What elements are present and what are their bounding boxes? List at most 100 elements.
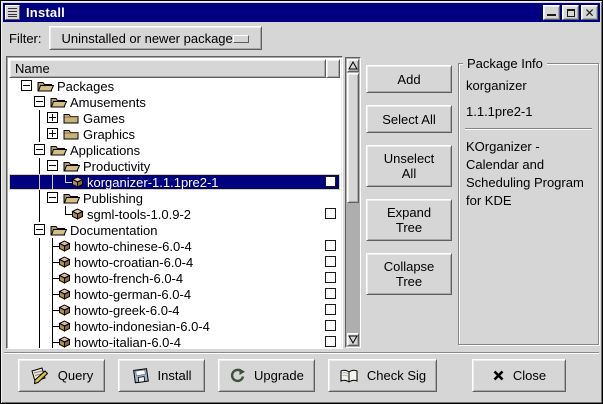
tree-action-buttons: Add Select All Unselect All Expand Tree Coll… (366, 65, 452, 295)
package-info-separator (465, 128, 592, 130)
package-icon (58, 336, 71, 348)
tree-row-label: Amusements (70, 95, 146, 110)
package-checkbox[interactable] (325, 256, 336, 267)
maximize-button[interactable] (562, 5, 579, 20)
tree-header-checkbox-column[interactable] (326, 59, 340, 78)
add-button[interactable]: Add (366, 65, 452, 93)
tree-row[interactable]: howto-greek-6.0-4 (9, 302, 340, 318)
tree-row[interactable]: korganizer-1.1.1pre2-1 (9, 174, 340, 190)
tree-row-label: Packages (57, 79, 114, 94)
upgrade-button[interactable]: Upgrade (218, 359, 315, 392)
tree-row-label: howto-croatian-6.0-4 (74, 255, 193, 270)
tree-guide-line (39, 238, 40, 254)
package-checkbox[interactable] (325, 240, 336, 251)
package-icon (71, 208, 84, 220)
collapse-toggle-icon[interactable] (47, 160, 58, 171)
collapse-toggle-icon[interactable] (21, 80, 32, 91)
tree-row[interactable]: howto-croatian-6.0-4 (9, 254, 340, 270)
package-checkbox[interactable] (325, 208, 336, 219)
package-tree: Name PackagesAmusementsGamesGraphicsAppl… (6, 56, 343, 349)
folder-open-icon (63, 192, 80, 204)
window-title: Install (26, 5, 65, 20)
scrollbar-up-button[interactable] (347, 59, 359, 72)
package-icon (58, 320, 71, 332)
tree-guide-line (39, 286, 40, 302)
tree-row-label: sgml-tools-1.0.9-2 (87, 207, 191, 222)
tree-row[interactable]: Amusements (9, 94, 340, 110)
tree-row[interactable]: sgml-tools-1.0.9-2 (9, 206, 340, 222)
expand-tree-button[interactable]: Expand Tree (366, 199, 452, 241)
folder-open-icon (50, 96, 67, 108)
folder-open-icon (50, 224, 67, 236)
tree-row[interactable]: howto-indonesian-6.0-4 (9, 318, 340, 334)
expand-toggle-icon[interactable] (47, 128, 58, 139)
package-checkbox[interactable] (325, 288, 336, 299)
expand-toggle-icon[interactable] (47, 112, 58, 123)
collapse-tree-button[interactable]: Collapse Tree (366, 253, 452, 295)
footer-toolbar: Query Install Upgrade Check Sig Close (18, 359, 566, 392)
triangle-down-icon (348, 335, 358, 344)
tree-row-label: howto-chinese-6.0-4 (74, 239, 192, 254)
titlebar[interactable]: Install ✕ (3, 3, 600, 22)
collapse-toggle-icon[interactable] (47, 192, 58, 203)
close-button[interactable]: Close (472, 359, 566, 392)
close-icon: ✕ (582, 6, 597, 19)
scrollbar-thumb[interactable] (347, 73, 359, 203)
filter-dropdown[interactable]: Uninstalled or newer packages (49, 26, 262, 50)
tree-row[interactable]: howto-italian-6.0-4 (9, 334, 340, 348)
window-menu-icon[interactable] (5, 5, 20, 20)
minimize-button[interactable] (543, 5, 560, 20)
tree-scrollbar[interactable] (345, 57, 361, 348)
unselect-all-button[interactable]: Unselect All (366, 145, 452, 187)
tree-guide-line (39, 254, 40, 270)
tree-row[interactable]: Publishing (9, 190, 340, 206)
button-label: Add (378, 72, 440, 87)
package-icon (58, 288, 71, 300)
filter-dropdown-value: Uninstalled or newer packages (62, 31, 240, 46)
tree-row[interactable]: howto-chinese-6.0-4 (9, 238, 340, 254)
button-label: Check Sig (367, 368, 426, 383)
tree-row-label: howto-italian-6.0-4 (74, 335, 181, 348)
tree-row-label: Documentation (70, 223, 157, 238)
tree-row-label: Games (83, 111, 125, 126)
tree-row[interactable]: Games (9, 110, 340, 126)
tree-row-label: howto-indonesian-6.0-4 (74, 319, 210, 334)
option-menu-indicator-icon (233, 35, 249, 43)
tree-guide-line (39, 190, 40, 206)
tree-row[interactable]: Documentation (9, 222, 340, 238)
tree-row-label: korganizer-1.1.1pre2-1 (87, 175, 219, 190)
tree-guide-line (39, 334, 40, 348)
select-all-button[interactable]: Select All (366, 105, 452, 133)
package-icon (58, 256, 71, 268)
tree-row[interactable]: Packages (9, 78, 340, 94)
scrollbar-down-button[interactable] (347, 333, 359, 346)
tree-row[interactable]: howto-german-6.0-4 (9, 286, 340, 302)
folder-open-icon (63, 160, 80, 172)
package-checkbox[interactable] (325, 320, 336, 331)
collapse-toggle-icon[interactable] (34, 144, 45, 155)
tree-row[interactable]: Applications (9, 142, 340, 158)
tree-guide-line (39, 126, 40, 142)
package-checkbox[interactable] (325, 336, 336, 347)
package-checkbox[interactable] (325, 272, 336, 283)
collapse-toggle-icon[interactable] (34, 224, 45, 235)
close-window-button[interactable]: ✕ (581, 5, 598, 20)
tree-row[interactable]: Productivity (9, 158, 340, 174)
collapse-toggle-icon[interactable] (34, 96, 45, 107)
tree-row[interactable]: howto-french-6.0-4 (9, 270, 340, 286)
package-icon (71, 176, 84, 188)
query-button[interactable]: Query (18, 359, 105, 392)
install-button[interactable]: Install (118, 359, 205, 392)
tree-header-label: Name (15, 61, 50, 76)
check-sig-button[interactable]: Check Sig (328, 359, 437, 392)
tree-row[interactable]: Graphics (9, 126, 340, 142)
package-icon (58, 304, 71, 316)
package-version: 1.1.1pre2-1 (466, 104, 591, 119)
tree-row-label: Publishing (83, 191, 143, 206)
tree-header-name[interactable]: Name (9, 59, 326, 78)
package-checkbox[interactable] (325, 176, 336, 187)
floppy-disk-icon (132, 367, 150, 384)
tree-guide-line (39, 302, 40, 318)
package-checkbox[interactable] (325, 304, 336, 315)
tree-row-label: Productivity (83, 159, 150, 174)
